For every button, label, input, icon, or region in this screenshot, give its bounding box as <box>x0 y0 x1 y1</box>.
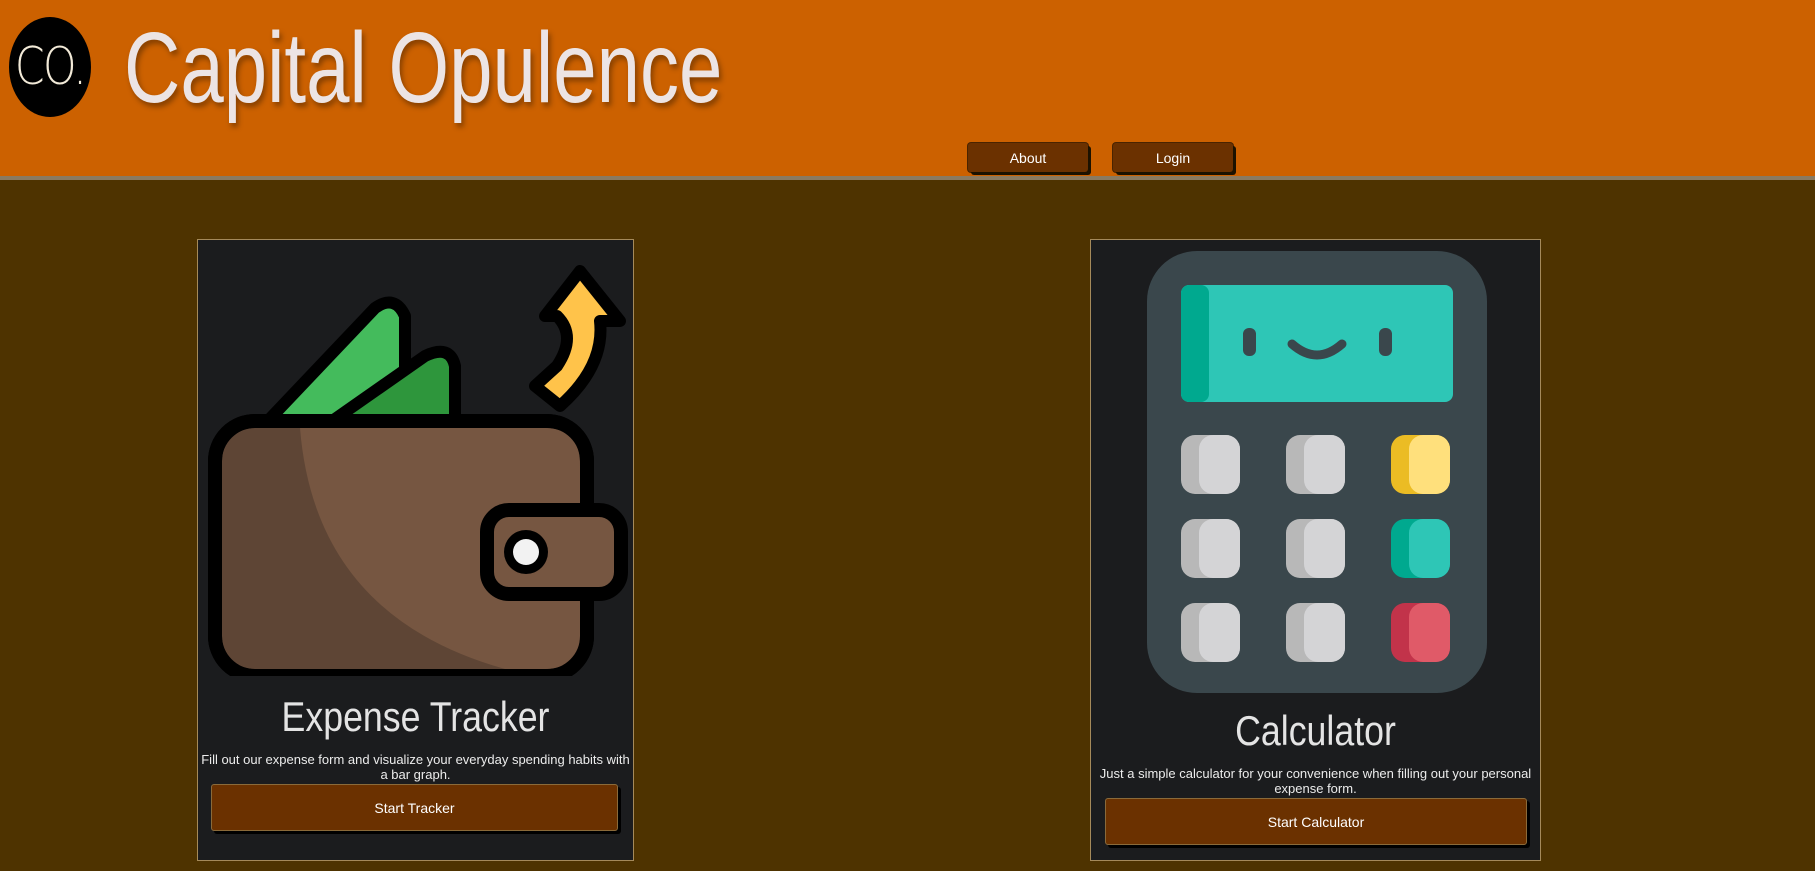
logo[interactable]: CO. <box>9 17 91 117</box>
brand-title: Capital Opulence <box>124 12 723 124</box>
expense-tracker-card: Expense Tracker Fill out our expense for… <box>197 239 634 861</box>
card-description: Just a simple calculator for your conven… <box>1099 766 1532 796</box>
calculator-icon <box>1147 251 1487 693</box>
start-calculator-button[interactable]: Start Calculator <box>1105 798 1527 845</box>
card-title: Calculator <box>1235 707 1396 754</box>
card-description: Fill out our expense form and visualize … <box>201 752 630 782</box>
site-header: CO. Capital Opulence About Login <box>0 0 1815 180</box>
card-title: Expense Tracker <box>281 693 550 740</box>
calculator-card: Calculator Just a simple calculator for … <box>1090 239 1541 861</box>
start-tracker-button[interactable]: Start Tracker <box>211 784 618 831</box>
wallet-icon <box>208 265 628 676</box>
login-button[interactable]: Login <box>1113 143 1233 172</box>
about-button[interactable]: About <box>968 143 1088 172</box>
